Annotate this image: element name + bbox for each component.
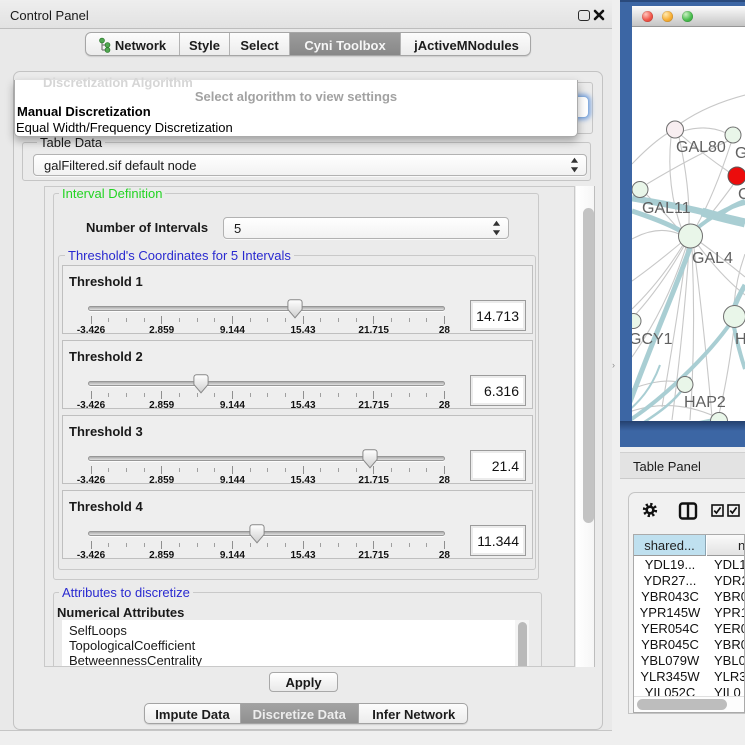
svg-text:H: H	[735, 331, 745, 348]
svg-text:GAL80: GAL80	[676, 139, 726, 156]
svg-text:GA: GA	[735, 145, 745, 162]
svg-text:GAL11: GAL11	[642, 200, 691, 217]
svg-text:GCY1: GCY1	[632, 331, 673, 348]
svg-text:HAP2: HAP2	[684, 394, 726, 411]
svg-text:GAL4: GAL4	[692, 250, 733, 267]
svg-text:C: C	[738, 186, 745, 203]
